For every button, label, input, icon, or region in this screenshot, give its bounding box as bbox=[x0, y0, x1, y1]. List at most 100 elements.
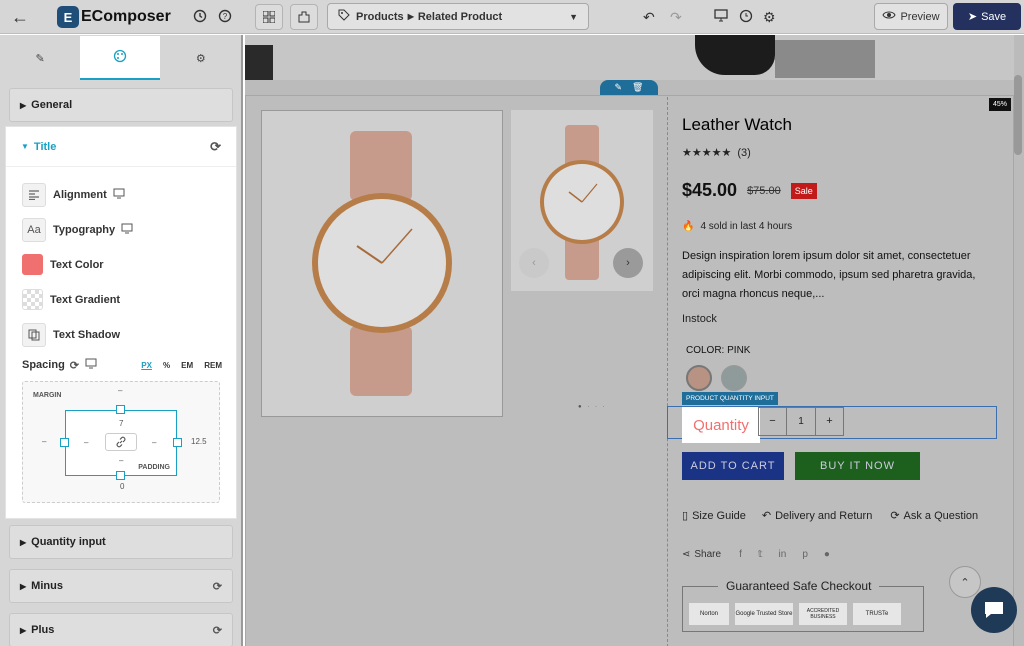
qty-minus-button[interactable]: − bbox=[759, 408, 787, 435]
link-values-button[interactable] bbox=[105, 433, 137, 451]
price-row: $45.00 $75.00 Sale bbox=[682, 180, 817, 201]
back-arrow-icon[interactable]: ← bbox=[10, 7, 30, 27]
share-row: ⋖ Share f 𝕥 in p ● bbox=[682, 549, 830, 560]
product-links: ▯ Size Guide ↶ Delivery and Return ⟳ Ask… bbox=[682, 509, 979, 523]
reset-icon[interactable]: ⟳ bbox=[210, 139, 221, 155]
prop-typography[interactable]: Aa Typography bbox=[6, 212, 236, 247]
margin-right-value[interactable]: 12.5 bbox=[191, 437, 207, 446]
add-to-cart-button[interactable]: ADD TO CART bbox=[682, 452, 784, 480]
section-minus[interactable]: ▶ Minus ⟳ bbox=[9, 569, 233, 603]
unit-em[interactable]: EM bbox=[181, 361, 193, 370]
desktop-icon[interactable] bbox=[121, 223, 133, 237]
prop-text-shadow-label: Text Shadow bbox=[53, 328, 121, 341]
clock-icon[interactable] bbox=[739, 9, 753, 23]
history-icon[interactable] bbox=[192, 8, 208, 24]
canvas-scrollbar[interactable] bbox=[1014, 75, 1022, 155]
reset-icon[interactable]: ⟳ bbox=[70, 359, 79, 372]
trust-badges: Norton Google Trusted Store ACCREDITED B… bbox=[689, 603, 901, 625]
margin-top-value[interactable]: – bbox=[118, 386, 122, 395]
preview-label: Preview bbox=[900, 10, 940, 23]
page-select[interactable]: Products ▶ Related Product ▼ bbox=[327, 3, 589, 30]
preview-button[interactable]: Preview bbox=[874, 3, 948, 30]
gallery-prev-button[interactable]: ‹ bbox=[519, 248, 549, 278]
color-swatch-icon[interactable] bbox=[22, 254, 43, 275]
handle-right[interactable] bbox=[173, 438, 182, 447]
layout-grid-button[interactable] bbox=[255, 4, 283, 30]
handle-top[interactable] bbox=[116, 405, 125, 414]
margin-left-value[interactable]: – bbox=[42, 437, 46, 446]
safe-checkout-box: Guaranteed Safe Checkout Norton Google T… bbox=[682, 579, 924, 632]
pencil-icon: ✎ bbox=[35, 52, 45, 65]
edit-icon[interactable]: ✎ bbox=[615, 82, 623, 93]
padding-right-value[interactable]: – bbox=[152, 438, 156, 447]
unit-px[interactable]: PX bbox=[141, 361, 152, 370]
quantity-title[interactable]: Quantity bbox=[682, 407, 760, 443]
gallery-dots[interactable]: ● · · · bbox=[578, 404, 607, 410]
twitter-icon[interactable]: 𝕥 bbox=[758, 549, 763, 560]
section-title-label: Title bbox=[33, 140, 57, 153]
settings-gear-icon[interactable]: ⚙ bbox=[763, 9, 776, 26]
redo-icon[interactable]: ↷ bbox=[670, 9, 682, 26]
facebook-icon[interactable]: f bbox=[739, 549, 742, 560]
padding-bottom-value[interactable]: – bbox=[119, 456, 123, 465]
qty-plus-button[interactable]: + bbox=[815, 408, 843, 435]
handle-left[interactable] bbox=[60, 438, 69, 447]
linkedin-icon[interactable]: in bbox=[779, 549, 787, 560]
prop-alignment[interactable]: Alignment bbox=[6, 177, 236, 212]
ask-question-link[interactable]: Ask a Question bbox=[904, 510, 979, 522]
tab-design[interactable] bbox=[80, 36, 161, 80]
save-button[interactable]: ➤ Save bbox=[953, 3, 1021, 30]
tab-settings[interactable]: ⚙ bbox=[161, 36, 241, 80]
section-quantity-input[interactable]: ▶ Quantity input bbox=[9, 525, 233, 559]
scroll-top-button[interactable]: ⌃ bbox=[949, 566, 981, 598]
svg-text:?: ? bbox=[223, 12, 228, 21]
spacing-label: Spacing bbox=[22, 359, 65, 371]
handle-bottom[interactable] bbox=[116, 471, 125, 480]
swatch-gray[interactable] bbox=[721, 365, 747, 391]
prop-alignment-label: Alignment bbox=[53, 188, 107, 201]
delivery-link[interactable]: Delivery and Return bbox=[775, 510, 872, 522]
unit-rem[interactable]: REM bbox=[204, 361, 222, 370]
chevron-down-icon: ▼ bbox=[569, 11, 578, 22]
unit-percent[interactable]: % bbox=[163, 361, 170, 370]
margin-bottom-value[interactable]: 0 bbox=[120, 482, 124, 491]
product-thumbnail[interactable]: ‹ › bbox=[511, 110, 653, 291]
prop-text-shadow[interactable]: Text Shadow bbox=[6, 317, 236, 352]
help-icon[interactable]: ? bbox=[217, 8, 233, 24]
section-plus[interactable]: ▶ Plus ⟳ bbox=[9, 613, 233, 646]
gradient-icon[interactable] bbox=[22, 289, 43, 310]
gallery-next-button[interactable]: › bbox=[613, 248, 643, 278]
swatch-pink[interactable] bbox=[686, 365, 712, 391]
title-settings-panel: ▼ Title ⟳ Alignment Aa Typography Text C… bbox=[5, 126, 237, 519]
section-general[interactable]: ▶ General bbox=[9, 88, 233, 122]
padding-top-value[interactable]: 7 bbox=[119, 419, 123, 428]
product-main-image[interactable] bbox=[261, 110, 503, 417]
reset-icon[interactable]: ⟳ bbox=[213, 580, 222, 593]
reddit-icon[interactable]: ● bbox=[824, 549, 830, 560]
size-guide-link[interactable]: Size Guide bbox=[692, 510, 746, 522]
section-title[interactable]: ▼ Title ⟳ bbox=[6, 127, 236, 167]
chat-button[interactable] bbox=[971, 587, 1017, 633]
shadow-icon bbox=[22, 322, 46, 347]
extensions-button[interactable] bbox=[290, 4, 318, 30]
undo-icon[interactable]: ↶ bbox=[643, 9, 655, 26]
prop-text-color-label: Text Color bbox=[50, 258, 104, 271]
padding-left-value[interactable]: – bbox=[84, 438, 88, 447]
reset-icon[interactable]: ⟳ bbox=[213, 624, 222, 637]
safe-checkout-title: Guaranteed Safe Checkout bbox=[718, 579, 880, 593]
buy-now-button[interactable]: BUY IT NOW bbox=[795, 452, 920, 480]
section-toolbar[interactable]: ✎ 🗑 bbox=[600, 80, 658, 95]
tab-content[interactable]: ✎ bbox=[0, 36, 80, 80]
delete-icon[interactable]: 🗑 bbox=[632, 82, 643, 93]
brand-name: EComposer bbox=[81, 8, 171, 25]
prop-typography-label: Typography bbox=[53, 223, 116, 236]
desktop-icon[interactable] bbox=[85, 358, 97, 372]
desktop-view-icon[interactable] bbox=[714, 9, 728, 22]
pinterest-icon[interactable]: p bbox=[802, 549, 808, 560]
desktop-icon[interactable] bbox=[113, 188, 125, 202]
qty-value[interactable]: 1 bbox=[787, 416, 815, 427]
prop-text-color[interactable]: Text Color bbox=[6, 247, 236, 282]
section-plus-label: Plus bbox=[31, 624, 55, 636]
prop-text-gradient[interactable]: Text Gradient bbox=[6, 282, 236, 317]
caret-down-icon: ▼ bbox=[21, 142, 29, 151]
